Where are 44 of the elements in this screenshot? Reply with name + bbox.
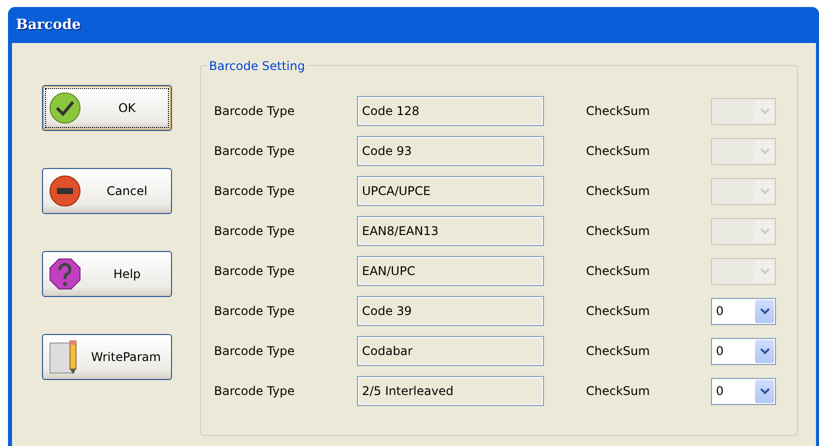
checksum-dropdown[interactable]: 0 — [711, 378, 776, 404]
type-field[interactable]: EAN/UPC — [357, 256, 544, 286]
dialog-button[interactable]: WriteParam — [42, 334, 172, 380]
checksum-label: CheckSum — [586, 103, 651, 120]
type-field[interactable]: Code 128 — [357, 96, 544, 126]
chevron-down-icon — [760, 308, 770, 314]
field-label: Barcode Type — [214, 303, 296, 320]
chevron-down-icon — [760, 108, 770, 114]
checksum-label: CheckSum — [586, 183, 651, 200]
type-field[interactable]: Code 93 — [357, 136, 544, 166]
field-label: Barcode Type — [214, 143, 296, 160]
chevron-down-icon — [760, 188, 770, 194]
type-field[interactable]: UPCA/UPCE — [357, 176, 544, 206]
type-field[interactable]: EAN8/EAN13 — [357, 216, 544, 246]
field-label: Barcode Type — [214, 223, 296, 240]
type-field[interactable]: 2/5 Interleaved — [357, 376, 544, 406]
checksum-dropdown[interactable]: 0 — [711, 338, 776, 364]
type-field[interactable]: Codabar — [357, 336, 544, 366]
checksum-label: CheckSum — [586, 263, 651, 280]
notebook-pencil-icon — [49, 340, 79, 374]
dialog-button[interactable]: Cancel — [42, 168, 172, 214]
dialog-button[interactable]: OK — [42, 85, 172, 131]
field-label: Barcode Type — [214, 103, 296, 120]
type-field[interactable]: Code 39 — [357, 296, 544, 326]
field-label: Barcode Type — [214, 183, 296, 200]
field-label: Barcode Type — [214, 343, 296, 360]
minus-icon — [49, 175, 81, 207]
field-label: Barcode Type — [214, 383, 296, 400]
checksum-label: CheckSum — [586, 143, 651, 160]
chevron-down-icon — [760, 228, 770, 234]
check-icon — [49, 92, 81, 124]
checksum-dropdown[interactable]: 0 — [711, 298, 776, 324]
chevron-down-icon — [760, 388, 770, 394]
checksum-label: CheckSum — [586, 343, 651, 360]
dialog-button[interactable]: Help — [42, 251, 172, 297]
window-title: Barcode — [16, 16, 81, 34]
chevron-down-icon — [760, 268, 770, 274]
checksum-label: CheckSum — [586, 383, 651, 400]
question-icon — [49, 258, 81, 290]
chevron-down-icon — [760, 148, 770, 154]
checksum-label: CheckSum — [586, 223, 651, 240]
chevron-down-icon — [760, 348, 770, 354]
field-label: Barcode Type — [214, 263, 296, 280]
checksum-label: CheckSum — [586, 303, 651, 320]
